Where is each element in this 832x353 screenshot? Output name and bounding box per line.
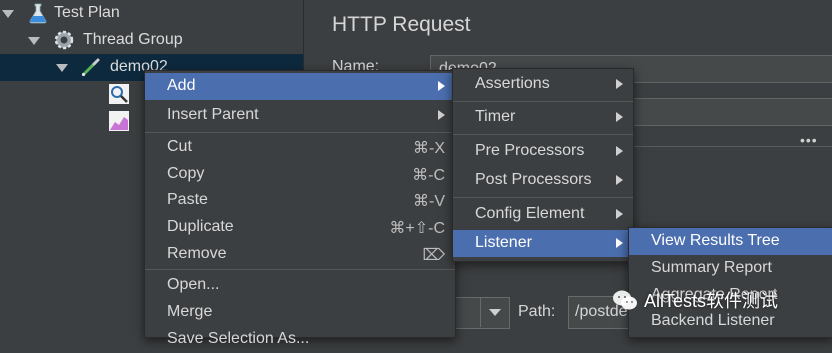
submenu-arrow-icon — [616, 146, 623, 156]
menu-item-assertions[interactable]: Assertions — [453, 71, 633, 98]
menu-shortcut: ⌘+⇧-C — [389, 220, 445, 237]
watermark-text: AllTests软件测试 — [644, 291, 779, 311]
menu-separator — [145, 269, 455, 270]
tree-item-test-plan[interactable]: Test Plan — [0, 0, 303, 27]
expand-arrow-icon[interactable] — [2, 10, 14, 18]
submenu-arrow-icon — [438, 110, 445, 120]
tree-item-thread-group[interactable]: Thread Group — [0, 27, 303, 54]
menu-shortcut: ⌘-C — [412, 167, 445, 184]
menu-item-open[interactable]: Open... — [145, 272, 455, 299]
menu-separator — [453, 101, 633, 102]
submenu-arrow-icon — [616, 79, 623, 89]
panel-title: HTTP Request — [332, 13, 471, 36]
menu-item-remove[interactable]: Remove ⌦ — [145, 241, 455, 268]
menu-item-timer[interactable]: Timer — [453, 104, 633, 131]
menu-shortcut: ⌘-V — [413, 193, 445, 210]
menu-item-duplicate[interactable]: Duplicate ⌘+⇧-C — [145, 214, 455, 241]
menu-separator — [453, 134, 633, 135]
submenu-arrow-icon — [616, 112, 623, 122]
menu-item-listener[interactable]: Listener — [453, 230, 633, 257]
menu-item-add[interactable]: Add — [145, 73, 455, 100]
menu-item-label: Listener — [475, 234, 532, 251]
menu-item-label: Post Processors — [475, 171, 592, 188]
menu-item-label: Backend Listener — [651, 312, 775, 329]
menu-item-copy[interactable]: Copy ⌘-C — [145, 161, 455, 188]
chevron-down-icon[interactable] — [480, 297, 509, 327]
menu-item-label: Merge — [167, 303, 213, 320]
submenu-arrow-icon — [616, 238, 623, 248]
menu-item-summary-report[interactable]: Summary Report — [629, 255, 832, 282]
menu-item-label: Save Selection As... — [167, 330, 310, 347]
add-submenu: Assertions Timer Pre Processors Post Pro… — [452, 68, 634, 262]
menu-item-label: Config Element — [475, 205, 585, 222]
menu-item-post-processors[interactable]: Post Processors — [453, 167, 633, 194]
menu-item-label: View Results Tree — [651, 232, 780, 249]
menu-item-cut[interactable]: Cut ⌘-X — [145, 134, 455, 161]
expand-arrow-icon[interactable] — [56, 64, 68, 72]
menu-separator — [145, 132, 455, 133]
graph-icon — [109, 111, 129, 131]
menu-item-label: Add — [167, 77, 196, 94]
tree-item-label: Thread Group — [83, 31, 183, 48]
expand-arrow-icon[interactable] — [28, 37, 40, 45]
menu-item-config-element[interactable]: Config Element — [453, 201, 633, 228]
menu-item-paste[interactable]: Paste ⌘-V — [145, 187, 455, 214]
menu-item-label: Pre Processors — [475, 142, 585, 159]
submenu-arrow-icon — [616, 209, 623, 219]
magnifier-icon — [109, 84, 129, 104]
menu-item-label: Open... — [167, 276, 220, 293]
menu-item-label: Duplicate — [167, 218, 234, 235]
menu-item-label: Cut — [167, 138, 192, 155]
path-label: Path: — [518, 303, 556, 320]
menu-item-insert-parent[interactable]: Insert Parent — [145, 102, 455, 129]
gear-icon — [54, 30, 74, 50]
wechat-icon — [613, 290, 637, 310]
menu-item-label: Assertions — [475, 75, 550, 92]
menu-item-label: Paste — [167, 191, 208, 208]
submenu-arrow-icon — [438, 81, 445, 91]
menu-item-pre-processors[interactable]: Pre Processors — [453, 138, 633, 165]
listener-submenu: View Results Tree Summary Report Aggrega… — [628, 227, 832, 338]
menu-item-merge[interactable]: Merge — [145, 299, 455, 326]
menu-item-label: Summary Report — [651, 259, 772, 276]
menu-item-label: Copy — [167, 165, 205, 182]
menu-shortcut: ⌘-X — [413, 140, 445, 157]
submenu-arrow-icon — [616, 175, 623, 185]
flask-icon — [29, 3, 47, 24]
menu-item-label: Timer — [475, 108, 516, 125]
menu-shortcut: ⌦ — [422, 247, 445, 264]
menu-item-label: Remove — [167, 245, 227, 262]
pipette-icon — [81, 58, 100, 77]
watermark: AllTests软件测试 — [612, 286, 778, 314]
menu-item-save-selection-as[interactable]: Save Selection As... — [145, 326, 455, 353]
context-menu: Add Insert Parent Cut ⌘-X Copy ⌘-C Paste… — [144, 70, 456, 347]
menu-separator — [453, 197, 633, 198]
menu-item-view-results-tree[interactable]: View Results Tree — [629, 228, 832, 255]
menu-item-label: Insert Parent — [167, 106, 259, 123]
tree-item-label: Test Plan — [54, 4, 120, 21]
